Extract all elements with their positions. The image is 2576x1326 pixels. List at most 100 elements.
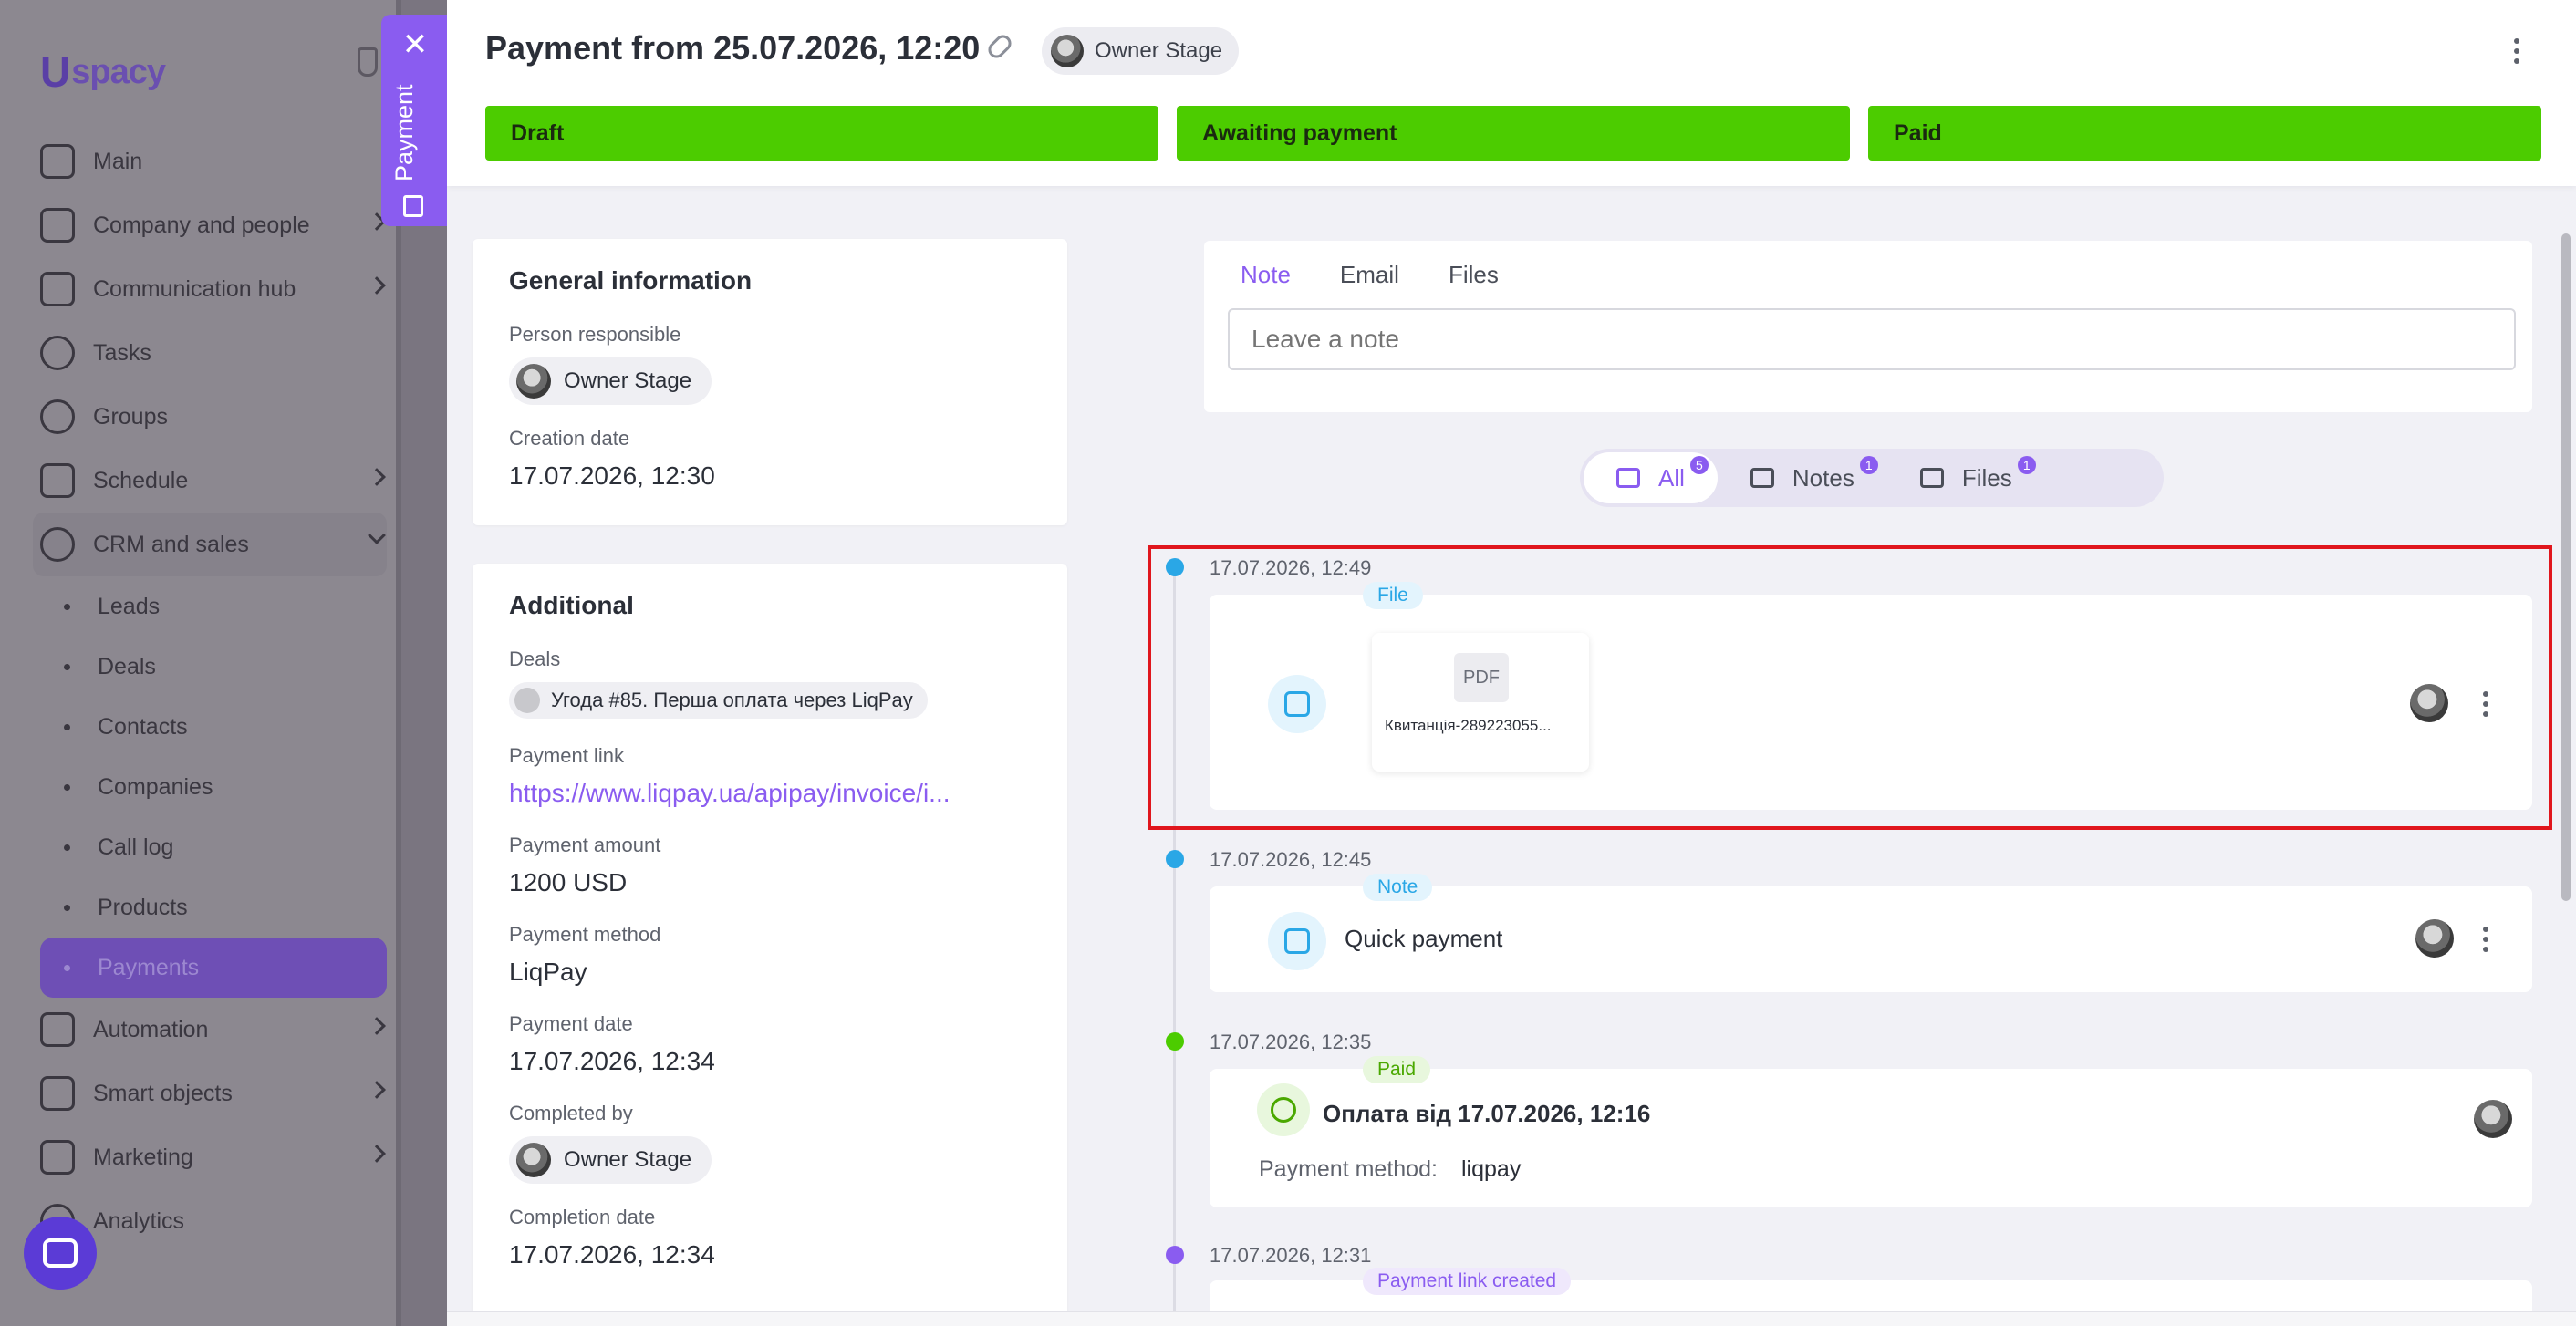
timeline-item-note: Note Quick payment <box>1210 874 2532 992</box>
payment-link[interactable]: https://www.liqpay.ua/apipay/invoice/i..… <box>509 779 992 808</box>
sidebar-subitem-products[interactable]: Products <box>40 877 387 938</box>
note-text: Quick payment <box>1345 925 1503 952</box>
megaphone-icon <box>40 1140 75 1175</box>
attachment-icon <box>1268 675 1326 733</box>
sidebar-subitem-payments[interactable]: Payments <box>40 938 387 998</box>
additional-card: Additional Deals Угода #85. Перша оплата… <box>473 564 1067 1326</box>
general-information-card: General information Person responsible O… <box>473 239 1067 525</box>
stage-paid[interactable]: Paid <box>1868 106 2541 161</box>
filter-notes[interactable]: Notes 1 <box>1718 452 1887 503</box>
sidebar-item-communication-hub[interactable]: Communication hub <box>40 257 387 321</box>
person-responsible-chip[interactable]: Owner Stage <box>509 357 712 405</box>
tab-note[interactable]: Note <box>1241 261 1291 289</box>
comment-icon <box>1268 912 1326 970</box>
file-name: Квитанція-289223055... <box>1385 717 1552 734</box>
completion-date-label: Completion date <box>509 1206 656 1228</box>
timeline-line <box>1173 565 1176 1326</box>
deal-chip[interactable]: Угода #85. Перша оплата через LiqPay <box>509 682 928 719</box>
composer-tabs: Note Email Files <box>1241 261 1499 289</box>
filter-all[interactable]: All 5 <box>1584 452 1718 503</box>
support-chat-button[interactable] <box>24 1217 97 1290</box>
avatar <box>2410 684 2448 722</box>
pdf-icon: PDF <box>1454 653 1509 702</box>
general-information-title: General information <box>509 266 753 295</box>
payment-link-icon <box>1257 1083 1310 1136</box>
sidebar-item-company-and-people[interactable]: Company and people <box>40 193 387 257</box>
payment-amount-value: 1200 USD <box>509 868 628 896</box>
sidebar-item-main[interactable]: Main <box>40 129 387 193</box>
sidebar-item-automation[interactable]: Automation <box>40 998 387 1062</box>
owner-chip[interactable]: Owner Stage <box>1042 27 1240 75</box>
sidebar-item-smart-objects[interactable]: Smart objects <box>40 1062 387 1125</box>
sidebar-item-marketing[interactable]: Marketing <box>40 1125 387 1189</box>
chevron-right-icon <box>368 468 386 486</box>
sidebar-subitem-deals[interactable]: Deals <box>40 637 387 697</box>
chevron-right-icon <box>368 1081 386 1099</box>
page-title: Payment from 25.07.2026, 12:20 <box>485 29 981 67</box>
chevron-right-icon <box>368 276 386 295</box>
panel-header: Payment from 25.07.2026, 12:20 Owner Sta… <box>447 0 2576 186</box>
drawer-label: Payment <box>390 84 418 182</box>
timeline-tag-file: File <box>1363 582 1423 609</box>
users-icon <box>40 399 75 434</box>
building-icon <box>40 208 75 243</box>
app-logo[interactable]: Uspacy <box>40 47 166 97</box>
sidebar-item-schedule[interactable]: Schedule <box>40 449 387 513</box>
more-options-icon[interactable] <box>2483 927 2490 952</box>
creation-date-label: Creation date <box>509 427 630 450</box>
sidebar-subitem-call-log[interactable]: Call log <box>40 817 387 877</box>
avatar <box>2474 1100 2512 1138</box>
payment-title: Оплата від 17.07.2026, 12:16 <box>1323 1100 1651 1127</box>
database-icon <box>40 527 75 562</box>
pin-icon[interactable] <box>358 47 378 77</box>
timeline-item-file: File PDF Квитанція-289223055... <box>1210 582 2532 810</box>
completed-by-chip[interactable]: Owner Stage <box>509 1136 712 1184</box>
sidebar-item-groups[interactable]: Groups <box>40 385 387 449</box>
count-badge: 1 <box>1859 456 1878 474</box>
check-circle-icon <box>40 336 75 370</box>
sidebar-item-crm-and-sales[interactable]: CRM and sales <box>33 513 387 576</box>
file-attachment[interactable]: PDF Квитанція-289223055... <box>1372 633 1589 772</box>
note-input[interactable] <box>1228 308 2516 370</box>
timeline-dot <box>1166 850 1184 868</box>
tab-email[interactable]: Email <box>1340 261 1399 289</box>
more-options-icon[interactable] <box>2483 691 2490 717</box>
chevron-down-icon <box>368 526 386 544</box>
sidebar-subitem-companies[interactable]: Companies <box>40 757 387 817</box>
bottom-bar <box>447 1311 2576 1326</box>
payment-panel: Payment from 25.07.2026, 12:20 Owner Sta… <box>447 0 2576 1326</box>
close-icon[interactable]: ✕ <box>401 29 429 60</box>
more-options-icon[interactable] <box>2514 38 2521 64</box>
deals-label: Deals <box>509 647 561 670</box>
avatar <box>516 364 551 399</box>
chat-icon <box>43 1238 78 1268</box>
creation-date-value: 17.07.2026, 12:30 <box>509 461 715 490</box>
sidebar-subitem-leads[interactable]: Leads <box>40 576 387 637</box>
note-composer: Note Email Files <box>1204 241 2532 412</box>
timeline-tag-note: Note <box>1363 874 1433 901</box>
stage-bar: Draft Awaiting payment Paid <box>485 106 2541 161</box>
timeline-date: 17.07.2026, 12:45 <box>1210 848 1372 871</box>
avatar <box>1051 35 1084 67</box>
avatar <box>2415 919 2454 958</box>
count-badge: 5 <box>1689 456 1709 474</box>
sidebar-subitem-contacts[interactable]: Contacts <box>40 697 387 757</box>
tab-files[interactable]: Files <box>1449 261 1499 289</box>
home-icon <box>40 144 75 179</box>
payment-method-value: LiqPay <box>509 958 587 986</box>
payment-method-label: Payment method: <box>1259 1156 1438 1182</box>
filter-files[interactable]: Files 1 <box>1887 452 2045 503</box>
payment-drawer-tab[interactable]: ✕ Payment <box>381 15 447 226</box>
person-responsible-label: Person responsible <box>509 323 681 346</box>
sidebar-item-tasks[interactable]: Tasks <box>40 321 387 385</box>
stage-awaiting-payment[interactable]: Awaiting payment <box>1177 106 1850 161</box>
chevron-right-icon <box>368 1145 386 1163</box>
document-icon <box>403 195 423 217</box>
link-icon[interactable] <box>984 31 1015 62</box>
stage-draft[interactable]: Draft <box>485 106 1158 161</box>
list-icon <box>1616 468 1640 488</box>
panel-scrollbar[interactable] <box>2561 233 2571 901</box>
completed-by-label: Completed by <box>509 1102 633 1124</box>
timeline-tag-paid: Paid <box>1363 1056 1431 1083</box>
payment-link-label: Payment link <box>509 744 624 767</box>
